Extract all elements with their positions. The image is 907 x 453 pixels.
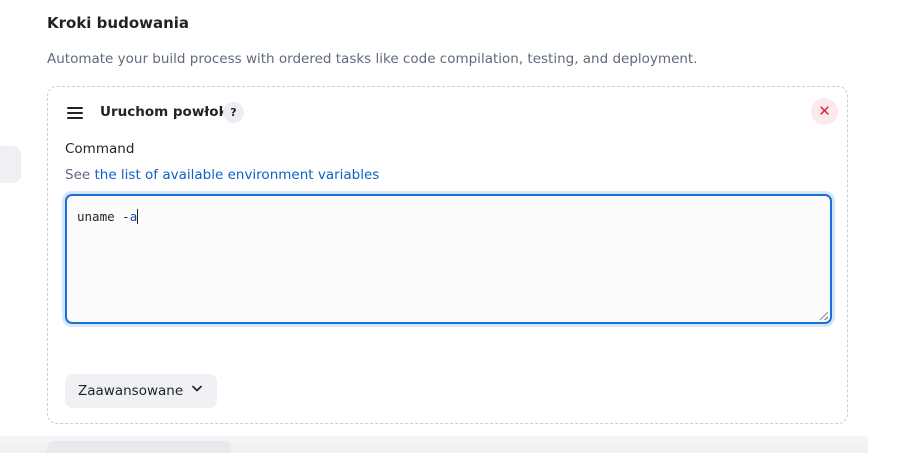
advanced-label: Zaawansowane xyxy=(78,383,184,399)
page: Kroki budowania Automate your build proc… xyxy=(0,0,907,453)
command-text: uname -a xyxy=(77,209,139,224)
env-variables-hint: See the list of available environment va… xyxy=(65,167,379,183)
command-textarea[interactable]: uname -a xyxy=(65,194,832,324)
text-caret xyxy=(137,209,139,224)
side-panel-tab[interactable] xyxy=(0,146,21,183)
build-step-card: Uruchom powłokę ? ✕ Command See the list… xyxy=(47,86,848,424)
help-button[interactable]: ? xyxy=(223,102,244,123)
env-variables-link[interactable]: the list of available environment variab… xyxy=(94,167,379,183)
command-label: Command xyxy=(65,141,135,157)
section-title: Kroki budowania xyxy=(47,14,190,32)
env-prefix: See xyxy=(65,167,95,183)
chevron-down-icon xyxy=(192,385,202,392)
step-title: Uruchom powłokę xyxy=(100,104,237,120)
command-plain: uname - xyxy=(77,209,130,224)
command-highlight: a xyxy=(129,209,138,224)
remove-step-button[interactable]: ✕ xyxy=(811,98,838,125)
drag-handle-icon[interactable] xyxy=(67,107,83,119)
question-icon: ? xyxy=(230,106,237,119)
add-step-button-edge[interactable] xyxy=(47,441,231,453)
resize-handle-icon[interactable] xyxy=(820,312,828,320)
advanced-button[interactable]: Zaawansowane xyxy=(65,374,218,408)
close-icon: ✕ xyxy=(818,102,831,120)
section-description: Automate your build process with ordered… xyxy=(47,51,698,67)
